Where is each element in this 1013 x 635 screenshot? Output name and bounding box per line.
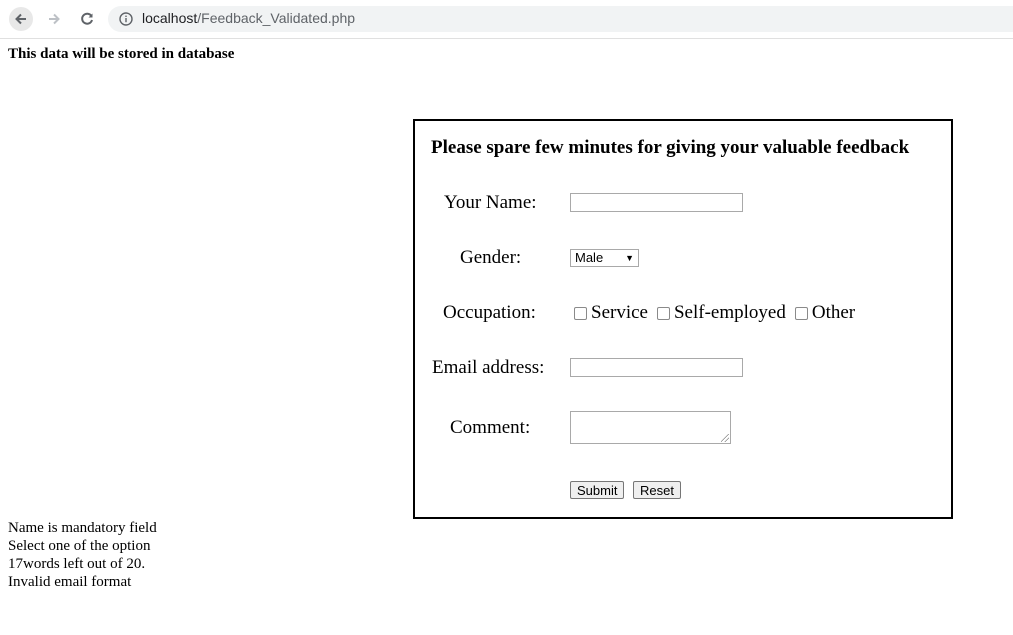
option-service-label: Service [591, 302, 648, 323]
reload-button[interactable] [75, 7, 99, 31]
arrow-left-icon [15, 13, 26, 25]
url-path: /Feedback_Validated.php [197, 10, 356, 26]
name-input[interactable] [570, 193, 743, 212]
feedback-form: Please spare few minutes for giving your… [413, 119, 953, 519]
checkbox-service[interactable] [574, 306, 587, 320]
page-heading: This data will be stored in database [8, 46, 235, 62]
resize-grip-icon[interactable] [721, 434, 729, 442]
gender-select[interactable]: Male ▼ [570, 249, 639, 267]
checkbox-self-employed[interactable] [656, 306, 670, 320]
comment-label: Comment: [450, 417, 531, 438]
email-label: Email address: [432, 357, 545, 378]
error-occupation: Select one of the option [8, 538, 151, 554]
dropdown-arrow-icon: ▼ [625, 253, 634, 263]
gender-label: Gender: [460, 247, 522, 268]
info-icon[interactable] [119, 12, 133, 26]
reload-icon [81, 12, 93, 25]
name-label: Your Name: [444, 192, 537, 213]
form-title: Please spare few minutes for giving your… [431, 137, 910, 158]
occupation-options: Service Self-employed Other [574, 302, 855, 324]
browser-toolbar: localhost/Feedback_Validated.php [0, 0, 1013, 39]
forward-button[interactable] [42, 7, 66, 31]
error-email: Invalid email format [8, 574, 132, 590]
option-other-label: Other [811, 302, 856, 323]
occupation-label: Occupation: [443, 302, 536, 323]
error-comment: 17words left out of 20. [8, 556, 146, 572]
email-input[interactable] [570, 358, 743, 377]
checkbox-other[interactable] [794, 306, 808, 320]
reset-button[interactable]: Reset [633, 481, 681, 499]
gender-selected-value: Male [575, 250, 604, 265]
address-bar[interactable]: localhost/Feedback_Validated.php [108, 6, 1013, 32]
comment-textarea[interactable] [570, 411, 731, 444]
back-button[interactable] [9, 7, 33, 31]
arrow-right-icon [49, 13, 60, 25]
error-messages: Name is mandatory field Select one of th… [8, 519, 157, 591]
url-host: localhost [142, 10, 198, 26]
submit-button[interactable]: Submit [570, 481, 625, 499]
url-text[interactable]: localhost/Feedback_Validated.php [142, 10, 355, 26]
option-self-employed-label: Self-employed [673, 302, 786, 323]
error-name: Name is mandatory field [8, 520, 157, 536]
